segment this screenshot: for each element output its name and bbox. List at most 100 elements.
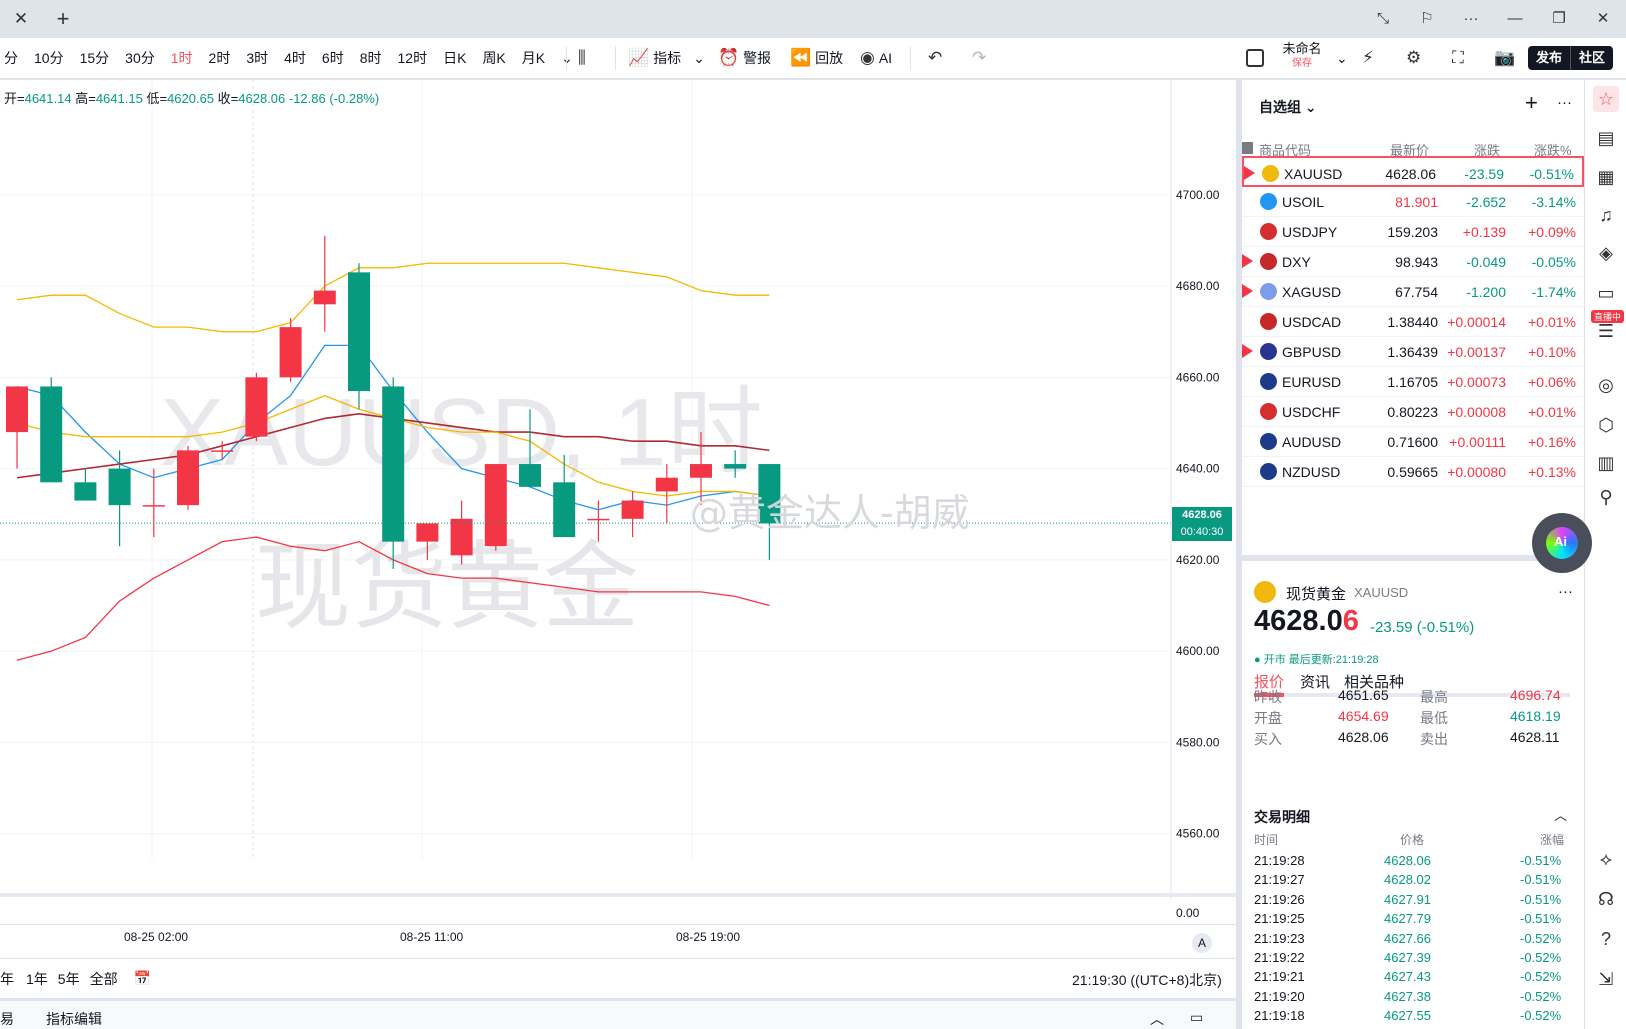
more-icon[interactable]: ··· [1458, 6, 1484, 32]
watchlist-row[interactable]: USDJPY 159.203 +0.139 +0.09% [1242, 216, 1584, 247]
calendar-icon[interactable]: ▦ [1593, 164, 1619, 190]
watchlist-star-icon[interactable]: ☆ [1593, 86, 1619, 112]
alert-button[interactable]: ⏰ 警报 [718, 38, 771, 78]
details-more-icon[interactable]: ··· [1558, 583, 1573, 600]
interval-button[interactable]: 15分 [72, 48, 118, 68]
community-button[interactable]: 社区 [1570, 46, 1614, 70]
interval-button[interactable]: 30分 [117, 48, 163, 68]
news-icon[interactable]: ▤ [1593, 125, 1619, 151]
redo-button[interactable]: ↷ [972, 38, 986, 78]
candle[interactable] [40, 377, 63, 483]
interval-button[interactable]: 4时 [276, 48, 314, 68]
new-tab-icon[interactable]: + [50, 6, 76, 32]
undo-button[interactable]: ↶ [928, 38, 942, 78]
interval-button[interactable]: 6时 [314, 48, 352, 68]
indicator-edit-tab[interactable]: 指标编辑 [46, 1009, 102, 1029]
watchlist-row[interactable]: USOIL 81.901 -2.652 -3.14% [1242, 186, 1584, 217]
download-icon[interactable]: ⇲ [1593, 966, 1619, 992]
range-button[interactable]: 全部 [90, 969, 118, 989]
candle[interactable] [74, 468, 97, 501]
handshake-icon[interactable]: ⟡ [1593, 846, 1619, 872]
watchlist-more-icon[interactable]: ··· [1557, 94, 1572, 111]
flag-icon[interactable] [1242, 344, 1253, 358]
ai-button[interactable]: ◉ AI [860, 38, 892, 78]
collapse-chevron-icon[interactable]: ︿ [1150, 1009, 1164, 1029]
candle[interactable] [484, 464, 507, 551]
chat-icon[interactable]: ☰ [1593, 318, 1619, 344]
watchlist-row[interactable]: DXY 98.943 -0.049 -0.05% [1242, 246, 1584, 277]
settings-button[interactable]: ⚙ [1406, 38, 1421, 78]
range-button[interactable]: 年 [0, 969, 14, 989]
watchlist-row[interactable]: GBPUSD 1.36439 +0.00137 +0.10% [1242, 336, 1584, 367]
symbol-icon [1260, 253, 1277, 270]
live-stream-icon[interactable]: ▭ [1593, 280, 1619, 306]
interval-button[interactable]: 12时 [390, 48, 436, 68]
maximize-panel-icon[interactable]: ▭ [1190, 1009, 1203, 1026]
interval-button[interactable]: 月K [514, 48, 553, 68]
date-range-calendar-icon[interactable]: 📅 [134, 970, 151, 987]
candle[interactable] [348, 263, 370, 410]
watchlist-row[interactable]: XAUUSD 4628.06 -23.59 -0.51% [1242, 156, 1584, 187]
pane-divider[interactable] [0, 893, 1236, 897]
range-button[interactable]: 1年 [26, 969, 48, 989]
candle[interactable] [313, 235, 336, 332]
auto-scale-button[interactable]: A [1192, 933, 1212, 953]
trade-tab[interactable]: 易 [0, 1009, 14, 1029]
close-window-icon[interactable]: ✕ [1590, 6, 1616, 32]
indicators-button[interactable]: 📈 指标 ⌄ [628, 38, 705, 78]
layout-checkbox[interactable] [1246, 38, 1264, 78]
candle[interactable] [279, 318, 302, 382]
watchlist-title[interactable]: 自选组 ⌄ [1259, 97, 1317, 117]
clock-timezone[interactable]: 21:19:30 ((UTC+8)北京) [1072, 970, 1222, 990]
alerts-bell-icon[interactable]: ♫ [1593, 202, 1619, 228]
interval-button[interactable]: 3时 [238, 48, 276, 68]
interval-button[interactable]: 周K [474, 48, 513, 68]
collapse-chevron-icon[interactable]: ︿ [1554, 805, 1567, 824]
maximize-icon[interactable]: ❐ [1546, 6, 1572, 32]
layout-dropdown[interactable]: ⌄ [1336, 38, 1348, 78]
flag-icon[interactable] [1242, 284, 1253, 298]
headset-icon[interactable]: ☊ [1593, 886, 1619, 912]
flag-icon[interactable] [1244, 166, 1255, 180]
candle[interactable] [245, 372, 268, 442]
candle[interactable] [450, 500, 473, 565]
help-icon[interactable]: ? [1593, 926, 1619, 952]
range-button[interactable]: 5年 [58, 969, 80, 989]
watchlist-row[interactable]: AUDUSD 0.71600 +0.00111 +0.16% [1242, 426, 1584, 457]
pin-icon[interactable]: ⚐ [1414, 6, 1440, 32]
interval-button[interactable]: 2时 [201, 48, 239, 68]
interval-button-active[interactable]: 1时 [163, 48, 201, 68]
watchlist-row[interactable]: USDCHF 0.80223 +0.00008 +0.01% [1242, 396, 1584, 427]
watchlist-row[interactable]: EURUSD 1.16705 +0.00073 +0.06% [1242, 366, 1584, 397]
candle[interactable] [177, 445, 199, 510]
flag-icon[interactable] [1242, 254, 1253, 268]
candle[interactable] [6, 386, 28, 469]
snapshot-button[interactable]: 📷 [1494, 38, 1515, 78]
price-chart[interactable]: XAUUSD, 1时 现货黄金 @黄金达人-胡威 4700.004680.004… [0, 80, 1236, 900]
fullscreen-button[interactable]: ⛶ [1452, 38, 1464, 78]
candle[interactable] [382, 377, 405, 570]
watchlist-row[interactable]: XAGUSD 67.754 -1.200 -1.74% [1242, 276, 1584, 307]
tab-news[interactable]: 资讯 [1300, 671, 1330, 692]
interval-button[interactable]: 分 [0, 48, 26, 68]
interval-button[interactable]: 日K [435, 48, 474, 68]
ai-assistant-button[interactable]: Ai [1532, 513, 1592, 573]
cube-icon[interactable]: ⬡ [1593, 412, 1619, 438]
minimize-icon[interactable]: — [1502, 6, 1528, 32]
publish-button[interactable]: 发布 [1528, 46, 1571, 70]
grid-table-icon[interactable]: ▥ [1593, 450, 1619, 476]
add-symbol-icon[interactable]: + [1525, 90, 1538, 116]
layers-icon[interactable]: ◈ [1593, 240, 1619, 266]
restore-layout-icon[interactable]: ⤡ [1370, 6, 1396, 32]
quick-search-button[interactable]: ⚡ [1362, 38, 1374, 78]
watchlist-row[interactable]: NZDUSD 0.59665 +0.00080 +0.13% [1242, 456, 1584, 487]
layout-name[interactable]: 未命名 保存 [1280, 41, 1324, 71]
replay-button[interactable]: ⏪ 回放 [790, 38, 843, 78]
watchlist-row[interactable]: USDCAD 1.38440 +0.00014 +0.01% [1242, 306, 1584, 337]
interval-button[interactable]: 10分 [26, 48, 72, 68]
strategy-icon[interactable]: ⚲ [1593, 484, 1619, 510]
close-tab-icon[interactable]: ✕ [10, 8, 32, 30]
interval-button[interactable]: 8时 [352, 48, 390, 68]
chart-type-button[interactable]: ⫼ [578, 38, 586, 78]
target-icon[interactable]: ◎ [1593, 372, 1619, 398]
